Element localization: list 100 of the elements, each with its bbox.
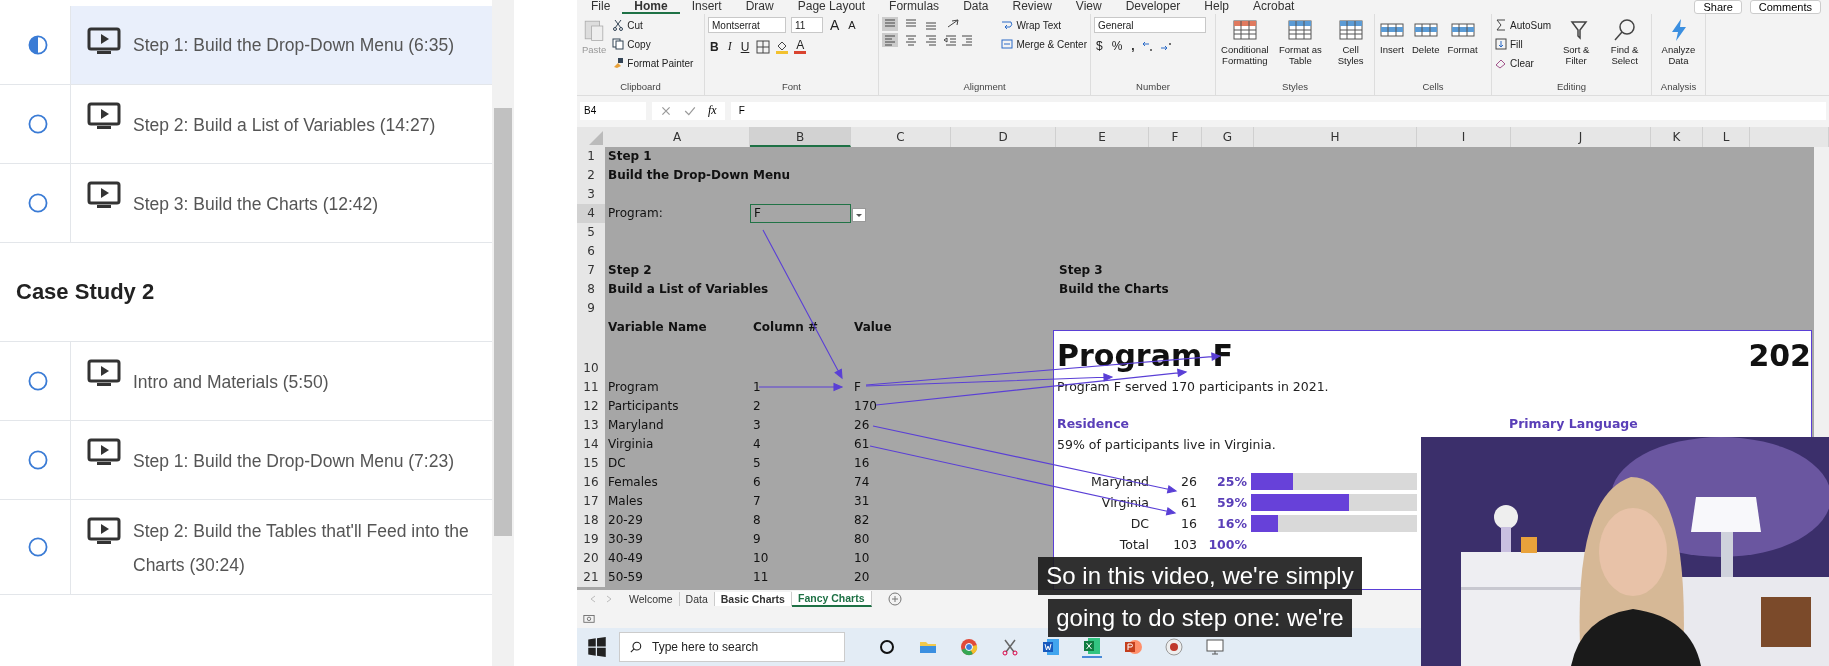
menu-tab[interactable]: Review — [1000, 0, 1064, 14]
group-label: Cells — [1421, 80, 1445, 94]
cut-button[interactable]: Cut — [612, 17, 694, 33]
cells-button[interactable]: Insert — [1378, 17, 1406, 81]
currency-button[interactable]: $ — [1094, 39, 1105, 53]
cell-text: 10 — [753, 550, 769, 565]
scrollbar-thumb[interactable] — [494, 108, 512, 536]
shrink-font-button[interactable]: A — [846, 19, 858, 31]
font-size-dropdown[interactable]: 11 — [791, 17, 823, 33]
number-format-dropdown[interactable]: General — [1094, 17, 1206, 33]
column-header[interactable]: K — [1651, 126, 1703, 147]
column-header[interactable]: L — [1703, 126, 1750, 147]
percent-button[interactable]: % — [1109, 39, 1125, 53]
cell-text: Virginia — [608, 436, 654, 451]
menu-tab[interactable]: Developer — [1113, 0, 1193, 14]
column-header[interactable]: C — [851, 126, 951, 147]
column-header[interactable]: I — [1417, 126, 1511, 147]
formula-field[interactable]: F — [730, 101, 1826, 120]
comments-button[interactable]: Comments — [1749, 0, 1821, 14]
find-select-button[interactable]: Find & Select — [1601, 17, 1648, 81]
monitor-icon[interactable] — [1205, 637, 1225, 658]
name-box[interactable]: B4 — [580, 101, 646, 120]
lesson-item[interactable]: Step 2: Build a List of Variables (14:27) — [0, 85, 492, 164]
cells-button[interactable]: Delete — [1410, 17, 1442, 81]
row-header[interactable]: 10 — [577, 317, 605, 378]
wrap-text-button[interactable]: Wrap Text — [1001, 17, 1087, 33]
cell-text: 2 — [753, 398, 761, 413]
record-icon[interactable] — [1164, 637, 1184, 658]
font-name-dropdown[interactable]: Montserrat — [708, 17, 786, 33]
scissors-icon[interactable] — [1000, 637, 1020, 658]
insert-function-button[interactable]: fx — [708, 103, 717, 119]
lesson-item[interactable]: Intro and Materials (5:50) — [0, 342, 492, 421]
menu-tab[interactable]: Home — [622, 0, 680, 14]
menu-tab[interactable]: Help — [1192, 0, 1242, 14]
vertical-scrollbar[interactable] — [1814, 146, 1829, 437]
column-header[interactable]: B — [750, 126, 851, 147]
close-icon[interactable] — [660, 104, 672, 117]
clear-button[interactable]: Clear — [1495, 55, 1552, 71]
menu-tab[interactable]: File — [577, 0, 623, 14]
fill-bucket-icon[interactable] — [775, 39, 790, 54]
lesson-item[interactable]: Step 1: Build the Drop-Down Menu (7:23) — [0, 421, 492, 500]
subtitle-caption: going to do step one: we're — [1048, 599, 1352, 637]
check-icon[interactable] — [684, 104, 696, 117]
column-header[interactable]: J — [1511, 126, 1651, 147]
styles-button[interactable]: Cell Styles — [1330, 17, 1371, 81]
column-header[interactable]: H — [1254, 126, 1417, 147]
menu-tab[interactable]: Draw — [733, 0, 786, 14]
merge-center-button[interactable]: Merge & Center — [1001, 36, 1087, 52]
styles-button[interactable]: Conditional Formatting — [1219, 17, 1271, 81]
cell-text: Build the Charts — [1059, 281, 1169, 296]
windows-start-icon[interactable] — [587, 637, 607, 658]
taskbar-search-field[interactable]: Type here to search — [619, 632, 845, 663]
sheet-tab[interactable]: Fancy Charts — [791, 591, 872, 608]
bold-button[interactable]: B — [708, 39, 721, 54]
sheet-tab[interactable]: Welcome — [623, 592, 680, 607]
cell-text: 61 — [854, 436, 870, 451]
styles-button[interactable]: Format as Table — [1274, 17, 1327, 81]
font-color-button[interactable]: A — [794, 39, 807, 54]
year-label: 202 — [1748, 336, 1811, 375]
menu-tab[interactable]: Insert — [679, 0, 734, 14]
group-label: Analysis — [1659, 80, 1698, 94]
lesson-item[interactable]: Step 2: Build the Tables that'll Feed into the Charts (30:24) — [0, 500, 492, 595]
column-header[interactable]: D — [951, 126, 1056, 147]
fill-down-icon — [1495, 38, 1507, 50]
sheet-tab[interactable]: Data — [679, 592, 715, 607]
cells-button[interactable]: Format — [1445, 17, 1480, 81]
cell-text: 30-39 — [608, 531, 643, 546]
underline-button[interactable]: U — [738, 39, 752, 54]
camera-icon[interactable] — [583, 612, 595, 625]
italic-button[interactable]: I — [725, 39, 734, 54]
menu-tab[interactable]: Page Layout — [785, 0, 878, 14]
sort-filter-button[interactable]: Sort & Filter — [1555, 17, 1598, 81]
decimal-icons[interactable] — [1141, 39, 1172, 53]
lesson-title: Step 2: Build the Tables that'll Feed into the Charts (30:24) — [133, 520, 470, 577]
add-sheet-icon[interactable] — [887, 592, 902, 607]
comma-style-button[interactable]: , — [1129, 39, 1137, 53]
menu-tab[interactable]: View — [1063, 0, 1114, 14]
group-label: Styles — [1281, 80, 1309, 94]
browser-icon[interactable] — [959, 637, 979, 658]
column-header[interactable]: F — [1149, 126, 1202, 147]
column-header[interactable]: G — [1202, 126, 1254, 147]
column-header[interactable]: E — [1056, 126, 1149, 147]
menu-tab[interactable]: Data — [951, 0, 1001, 14]
autosum-button[interactable]: AutoSum — [1495, 17, 1552, 33]
word-app-icon[interactable] — [1041, 637, 1061, 658]
table-icon — [1338, 18, 1363, 42]
cell-text: 5 — [753, 455, 761, 470]
sheet-tab[interactable]: Basic Charts — [714, 592, 792, 607]
menu-tab[interactable]: Formulas — [877, 0, 952, 14]
menu-tab[interactable]: Acrobat — [1241, 0, 1307, 14]
lesson-item[interactable]: Step 1: Build the Drop-Down Menu (6:35) — [0, 6, 492, 85]
border-icon[interactable] — [756, 39, 771, 54]
copy-button[interactable]: Copy — [612, 36, 694, 52]
cell-text: 1 — [753, 379, 761, 394]
grow-font-button[interactable]: A — [828, 17, 842, 33]
analyze-data-button[interactable]: Analyze Data — [1655, 17, 1702, 81]
lesson-item[interactable]: Step 3: Build the Charts (12:42) — [0, 164, 492, 243]
format-painter-button[interactable]: Format Painter — [612, 55, 694, 71]
share-button[interactable]: Share — [1694, 0, 1742, 14]
fill-button[interactable]: Fill — [1495, 36, 1552, 52]
